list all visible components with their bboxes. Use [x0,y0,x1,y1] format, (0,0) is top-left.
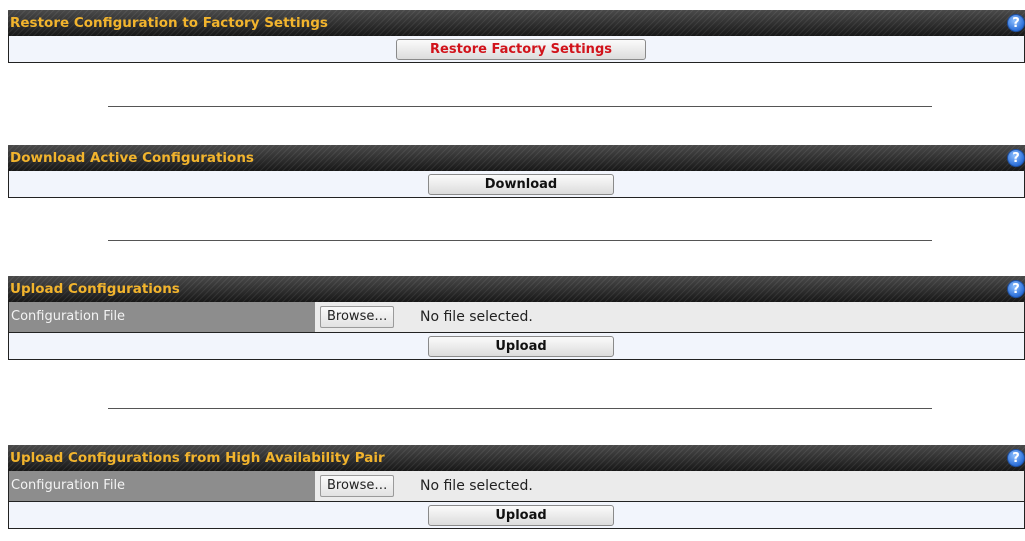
restore-header: Restore Configuration to Factory Setting… [8,10,1025,36]
download-header: Download Active Configurations ? [8,145,1025,171]
help-icon[interactable]: ? [1007,149,1025,167]
help-icon[interactable]: ? [1007,280,1025,298]
ha-upload-header: Upload Configurations from High Availabi… [8,445,1025,471]
ha-upload-button[interactable]: Upload [428,505,614,526]
configuration-file-label: Configuration File [9,302,315,332]
upload-button[interactable]: Upload [428,336,614,357]
restore-title: Restore Configuration to Factory Setting… [10,15,328,31]
configuration-file-row: Configuration File Browse… No file selec… [8,302,1025,333]
file-input: Browse… No file selected. [315,302,1024,332]
ha-upload-row: Upload [8,502,1025,529]
restore-row: Restore Factory Settings [8,36,1025,63]
browse-button[interactable]: Browse… [320,306,395,328]
ha-upload-title: Upload Configurations from High Availabi… [10,450,385,466]
divider [108,408,932,409]
download-section: Download Active Configurations ? Downloa… [8,145,1025,198]
ha-file-status: No file selected. [420,478,533,494]
download-button[interactable]: Download [428,174,614,195]
divider [108,106,932,107]
help-icon[interactable]: ? [1007,449,1025,467]
upload-header: Upload Configurations ? [8,276,1025,302]
upload-title: Upload Configurations [10,281,180,297]
upload-section: Upload Configurations ? Configuration Fi… [8,276,1025,360]
help-icon[interactable]: ? [1007,14,1025,32]
ha-configuration-file-row: Configuration File Browse… No file selec… [8,471,1025,502]
ha-upload-section: Upload Configurations from High Availabi… [8,445,1025,529]
download-title: Download Active Configurations [10,150,254,166]
restore-factory-settings-button[interactable]: Restore Factory Settings [396,39,646,60]
download-row: Download [8,171,1025,198]
ha-browse-button[interactable]: Browse… [320,475,395,497]
ha-configuration-file-label: Configuration File [9,471,315,501]
restore-section: Restore Configuration to Factory Setting… [8,10,1025,63]
ha-file-input: Browse… No file selected. [315,471,1024,501]
divider [108,240,932,241]
upload-row: Upload [8,333,1025,360]
file-status: No file selected. [420,309,533,325]
